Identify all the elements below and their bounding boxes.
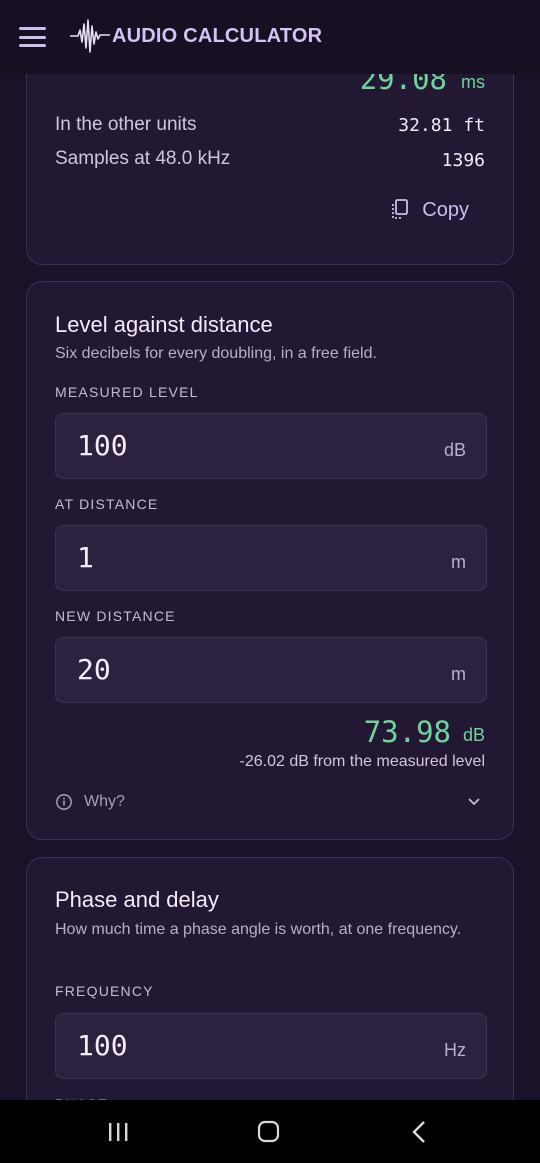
home-icon[interactable] bbox=[253, 1120, 283, 1144]
measured-level-label: MEASURED LEVEL bbox=[55, 384, 199, 400]
chevron-down-icon bbox=[468, 798, 480, 806]
card-title: Level against distance bbox=[55, 312, 273, 337]
why-expander[interactable]: Why? bbox=[55, 787, 485, 817]
copy-icon bbox=[392, 199, 409, 219]
samples-label: Samples at 48.0 kHz bbox=[55, 148, 231, 169]
level-distance-card: Level against distance Six decibels for … bbox=[26, 281, 514, 840]
new-distance-value: 20 bbox=[77, 653, 111, 686]
frequency-value: 100 bbox=[77, 1029, 128, 1062]
card-title: Phase and delay bbox=[55, 887, 219, 912]
other-units-label: In the other units bbox=[55, 114, 197, 135]
back-icon[interactable] bbox=[405, 1120, 435, 1144]
measured-level-unit: dB bbox=[443, 440, 466, 460]
waveform-logo-icon bbox=[70, 19, 110, 53]
at-distance-input[interactable]: 1 m bbox=[55, 525, 487, 591]
at-distance-unit: m bbox=[451, 552, 466, 572]
system-nav-bar bbox=[0, 1100, 540, 1163]
menu-icon[interactable] bbox=[19, 27, 46, 47]
frequency-unit: Hz bbox=[444, 1040, 466, 1060]
recent-apps-icon[interactable] bbox=[103, 1120, 133, 1144]
level-result-value: 73.98 bbox=[363, 715, 451, 749]
info-icon bbox=[56, 794, 72, 810]
delay-result-unit: ms bbox=[461, 72, 485, 92]
at-distance-label: AT DISTANCE bbox=[55, 496, 159, 512]
other-units-value: 32.81 ft bbox=[398, 115, 485, 136]
frequency-label: FREQUENCY bbox=[55, 983, 154, 999]
why-label: Why? bbox=[84, 793, 125, 810]
frequency-input[interactable]: 100 Hz bbox=[55, 1013, 487, 1079]
app-bar: AUDIO CALCULATOR bbox=[0, 0, 540, 74]
new-distance-label: NEW DISTANCE bbox=[55, 608, 176, 624]
level-result-unit: dB bbox=[462, 725, 485, 745]
measured-level-value: 100 bbox=[77, 429, 128, 462]
measured-level-input[interactable]: 100 dB bbox=[55, 413, 487, 479]
samples-value: 1396 bbox=[441, 150, 485, 171]
copy-label: Copy bbox=[422, 198, 469, 221]
copy-button[interactable]: Copy bbox=[390, 195, 469, 225]
level-result-note: -26.02 dB from the measured level bbox=[239, 753, 485, 770]
card-subtitle: How much time a phase angle is worth, at… bbox=[55, 921, 462, 938]
new-distance-unit: m bbox=[451, 664, 466, 684]
new-distance-input[interactable]: 20 m bbox=[55, 637, 487, 703]
at-distance-value: 1 bbox=[77, 541, 94, 574]
card-subtitle: Six decibels for every doubling, in a fr… bbox=[55, 345, 377, 362]
app-title: AUDIO CALCULATOR bbox=[112, 25, 323, 47]
